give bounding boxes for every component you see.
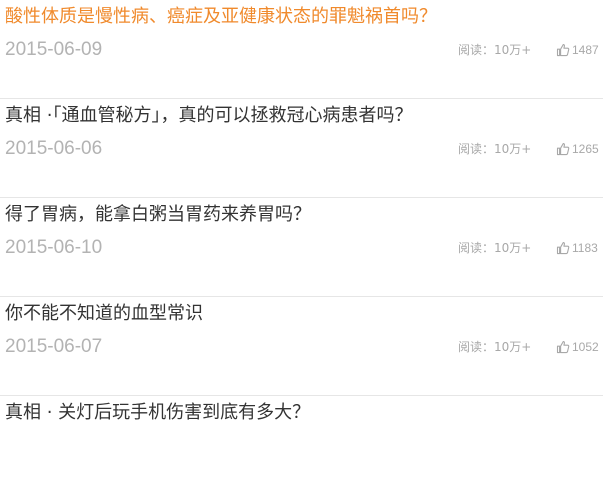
article-item[interactable]: 真相 · 关灯后玩手机伤害到底有多大？ — [0, 396, 603, 495]
thumbs-up-icon — [556, 241, 570, 255]
like-button[interactable]: 1052 — [556, 337, 599, 357]
thumbs-up-icon — [556, 142, 570, 156]
article-list: 酸性体质是慢性病、癌症及亚健康状态的罪魁祸首吗？ 2015-06-09 阅读：1… — [0, 0, 603, 495]
like-count: 1487 — [572, 43, 599, 57]
article-title[interactable]: 真相 ·「通血管秘方」，真的可以拯救冠心病患者吗？ — [5, 104, 412, 128]
thumbs-up-icon — [556, 340, 570, 354]
article-item[interactable]: 真相 ·「通血管秘方」，真的可以拯救冠心病患者吗？ 2015-06-06 阅读：… — [0, 99, 603, 198]
article-item[interactable]: 你不能不知道的血型常识 2015-06-07 阅读：10万+ 1052 — [0, 297, 603, 396]
article-date: 2015-06-10 — [5, 237, 103, 258]
article-title[interactable]: 酸性体质是慢性病、癌症及亚健康状态的罪魁祸首吗？ — [5, 5, 437, 29]
like-button[interactable]: 1487 — [556, 40, 599, 60]
like-count: 1265 — [572, 142, 599, 156]
article-date: 2015-06-06 — [5, 138, 103, 159]
article-title[interactable]: 真相 · 关灯后玩手机伤害到底有多大？ — [5, 401, 310, 425]
article-item[interactable]: 得了胃病，能拿白粥当胃药来养胃吗？ 2015-06-10 阅读：10万+ 118… — [0, 198, 603, 297]
read-count: 阅读：10万+ — [458, 241, 532, 255]
like-count: 1052 — [572, 340, 599, 354]
article-date: 2015-06-09 — [5, 39, 103, 60]
article-date: 2015-06-07 — [5, 336, 103, 357]
read-count: 阅读：10万+ — [458, 142, 532, 156]
read-count: 阅读：10万+ — [458, 340, 532, 354]
like-button[interactable]: 1265 — [556, 139, 599, 159]
like-count: 1183 — [572, 241, 598, 255]
thumbs-up-icon — [556, 43, 570, 57]
article-item[interactable]: 酸性体质是慢性病、癌症及亚健康状态的罪魁祸首吗？ 2015-06-09 阅读：1… — [0, 0, 603, 99]
read-count: 阅读：10万+ — [458, 43, 532, 57]
article-title[interactable]: 得了胃病，能拿白粥当胃药来养胃吗？ — [5, 203, 311, 227]
like-button[interactable]: 1183 — [556, 238, 598, 258]
article-title[interactable]: 你不能不知道的血型常识 — [5, 302, 203, 326]
